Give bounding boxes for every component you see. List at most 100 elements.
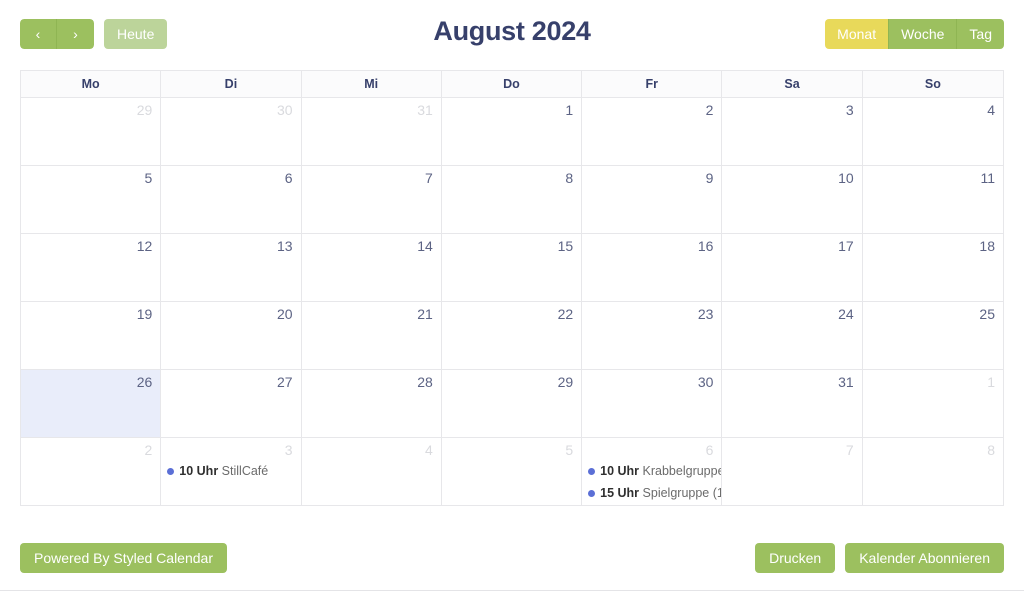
calendar-day-cell[interactable]: 7 bbox=[722, 438, 863, 505]
calendar-week-row: 26 27 28 29 30 31 1 bbox=[21, 370, 1003, 438]
calendar-day-cell[interactable]: 12 bbox=[21, 234, 162, 301]
calendar-week-row: 2 3 10 Uhr StillCafé 4 5 6 10 Uhr Krabbelgrupp… bbox=[21, 438, 1003, 506]
view-button-month[interactable]: Monat bbox=[825, 19, 890, 49]
calendar-day-cell[interactable]: 5 bbox=[441, 438, 583, 505]
day-number: 2 bbox=[144, 442, 153, 458]
day-number: 7 bbox=[425, 170, 433, 186]
calendar-day-cell[interactable]: 8 bbox=[441, 166, 583, 233]
day-number: 22 bbox=[557, 306, 574, 322]
day-number: 6 bbox=[705, 442, 714, 458]
calendar-day-cell[interactable]: 30 bbox=[161, 98, 302, 165]
day-number: 25 bbox=[979, 306, 995, 322]
calendar-day-cell[interactable]: 7 bbox=[301, 166, 442, 233]
subscribe-calendar-button[interactable]: Kalender Abonnieren bbox=[845, 543, 1004, 573]
calendar-day-cell[interactable]: 30 bbox=[582, 370, 723, 437]
calendar-day-cell[interactable]: 14 bbox=[301, 234, 442, 301]
today-button[interactable]: Heute bbox=[104, 19, 168, 49]
footer-actions: Drucken Kalender Abonnieren bbox=[755, 543, 1004, 573]
calendar-day-cell[interactable]: 21 bbox=[301, 302, 442, 369]
event-title: Spielgruppe (1 bbox=[642, 486, 723, 500]
event-dot-icon bbox=[167, 468, 175, 475]
calendar-day-cell[interactable]: 6 bbox=[161, 166, 302, 233]
calendar-day-cell[interactable]: 31 bbox=[722, 370, 863, 437]
day-number: 3 bbox=[284, 442, 293, 458]
event-title: Krabbelgruppe bbox=[642, 464, 723, 478]
calendar-day-cell[interactable]: 20 bbox=[161, 302, 302, 369]
calendar-day-cell[interactable]: 1 bbox=[441, 98, 583, 165]
calendar-day-cell[interactable]: 2 bbox=[582, 98, 723, 165]
calendar-day-cell[interactable]: 29 bbox=[441, 370, 583, 437]
weekday-header: Sa bbox=[722, 71, 863, 97]
calendar-day-cell[interactable]: 3 10 Uhr StillCafé bbox=[161, 438, 302, 505]
view-button-week[interactable]: Woche bbox=[889, 19, 958, 49]
day-number: 18 bbox=[979, 238, 995, 254]
calendar-day-cell[interactable]: 27 bbox=[161, 370, 302, 437]
calendar-event[interactable]: 15 Uhr Spielgruppe (1 bbox=[582, 484, 721, 502]
day-number: 14 bbox=[417, 238, 433, 254]
calendar-day-cell[interactable]: 25 bbox=[862, 302, 1003, 369]
calendar-event[interactable]: 10 Uhr Krabbelgruppe bbox=[582, 462, 721, 480]
day-events: 10 Uhr StillCafé bbox=[161, 462, 300, 480]
view-button-day[interactable]: Tag bbox=[957, 19, 1004, 49]
day-number: 19 bbox=[136, 306, 153, 322]
weekday-header: Fr bbox=[582, 71, 723, 97]
event-title: StillCafé bbox=[221, 464, 269, 478]
day-number: 2 bbox=[705, 102, 714, 118]
calendar-day-cell[interactable]: 2 bbox=[21, 438, 162, 505]
calendar-day-cell[interactable]: 28 bbox=[301, 370, 442, 437]
calendar-day-cell[interactable]: 4 bbox=[862, 98, 1003, 165]
day-number: 12 bbox=[136, 238, 153, 254]
day-number: 30 bbox=[276, 102, 293, 118]
calendar-day-cell[interactable]: 11 bbox=[862, 166, 1003, 233]
day-number: 21 bbox=[417, 306, 433, 322]
calendar-day-cell[interactable]: 17 bbox=[722, 234, 863, 301]
calendar-day-cell[interactable]: 8 bbox=[862, 438, 1003, 505]
calendar-day-cell[interactable]: 9 bbox=[582, 166, 723, 233]
day-number: 26 bbox=[136, 374, 153, 390]
day-number: 31 bbox=[838, 374, 854, 390]
calendar-day-cell[interactable]: 24 bbox=[722, 302, 863, 369]
next-month-button[interactable]: › bbox=[57, 19, 94, 49]
day-number: 15 bbox=[557, 238, 574, 254]
calendar-day-cell[interactable]: 1 bbox=[862, 370, 1003, 437]
weekday-header: Di bbox=[161, 71, 302, 97]
day-number: 17 bbox=[838, 238, 854, 254]
event-dot-icon bbox=[588, 468, 596, 475]
calendar-footer: Powered By Styled Calendar Drucken Kalen… bbox=[0, 538, 1024, 578]
event-time: 10 Uhr bbox=[179, 464, 219, 478]
calendar-day-cell[interactable]: 31 bbox=[301, 98, 442, 165]
day-number: 29 bbox=[136, 102, 153, 118]
calendar-day-cell-today[interactable]: 26 bbox=[21, 370, 162, 437]
day-number: 23 bbox=[697, 306, 714, 322]
navigation-button-group: ‹ › bbox=[20, 19, 94, 49]
calendar-day-cell[interactable]: 18 bbox=[862, 234, 1003, 301]
calendar-day-cell[interactable]: 13 bbox=[161, 234, 302, 301]
calendar-week-row: 12 13 14 15 16 17 18 bbox=[21, 234, 1003, 302]
day-number: 1 bbox=[987, 374, 995, 390]
previous-month-button[interactable]: ‹ bbox=[20, 19, 57, 49]
print-button[interactable]: Drucken bbox=[755, 543, 836, 573]
calendar-event[interactable]: 10 Uhr StillCafé bbox=[161, 462, 300, 480]
calendar-day-cell[interactable]: 23 bbox=[582, 302, 723, 369]
calendar-day-cell[interactable]: 5 bbox=[21, 166, 162, 233]
calendar-day-cell[interactable]: 19 bbox=[21, 302, 162, 369]
day-number: 27 bbox=[276, 374, 293, 390]
day-events: 10 Uhr Krabbelgruppe 15 Uhr Spielgruppe (… bbox=[582, 462, 721, 502]
calendar-day-cell[interactable]: 10 bbox=[722, 166, 863, 233]
weekday-header-row: Mo Di Mi Do Fr Sa So bbox=[21, 71, 1003, 98]
calendar-day-cell[interactable]: 29 bbox=[21, 98, 162, 165]
powered-by-badge[interactable]: Powered By Styled Calendar bbox=[20, 543, 227, 573]
calendar-day-cell[interactable]: 15 bbox=[441, 234, 583, 301]
day-number: 5 bbox=[565, 442, 574, 458]
calendar-week-row: 5 6 7 8 9 10 11 bbox=[21, 166, 1003, 234]
calendar-day-cell[interactable]: 6 10 Uhr Krabbelgruppe 15 Uhr Spielgruppe … bbox=[582, 438, 723, 505]
calendar-day-cell[interactable]: 4 bbox=[301, 438, 442, 505]
calendar-day-cell[interactable]: 3 bbox=[722, 98, 863, 165]
toolbar-left-group: ‹ › Heute bbox=[20, 19, 168, 49]
day-number: 31 bbox=[417, 102, 433, 118]
calendar-day-cell[interactable]: 22 bbox=[441, 302, 583, 369]
calendar-day-cell[interactable]: 16 bbox=[582, 234, 723, 301]
weekday-header: Do bbox=[441, 71, 583, 97]
weekday-header: So bbox=[862, 71, 1003, 97]
day-number: 20 bbox=[276, 306, 293, 322]
